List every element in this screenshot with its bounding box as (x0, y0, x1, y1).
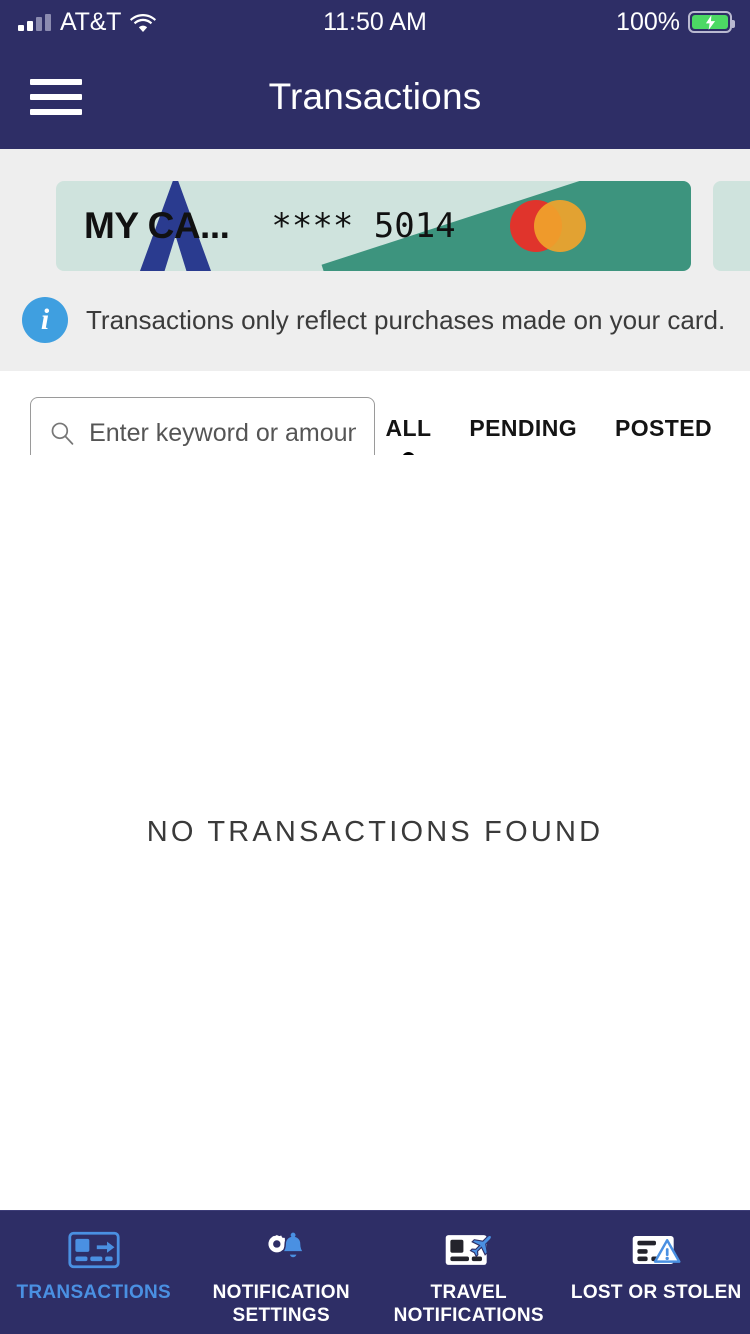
nav-label-line1: TRAVEL (430, 1282, 507, 1303)
nav-label-lost-or-stolen: LOST OR STOLEN (570, 1282, 742, 1303)
page-title: Transactions (268, 75, 482, 117)
nav-item-notification-settings[interactable]: NOTIFICATION SETTINGS (188, 1229, 376, 1327)
card-carousel-zone: MY CA... **** 5014 i Transactions only r… (0, 149, 750, 371)
card-airplane-icon (440, 1229, 498, 1271)
search-input[interactable] (89, 418, 356, 448)
carrier-label: AT&T (60, 7, 122, 36)
tab-all-label: ALL (385, 415, 432, 441)
battery-charging-icon (688, 11, 735, 33)
nav-item-transactions[interactable]: TRANSACTIONS (0, 1229, 188, 1304)
tab-pending-label: PENDING (469, 415, 578, 441)
app-header: Transactions (0, 44, 750, 149)
hamburger-menu-icon[interactable] (30, 78, 82, 115)
mastercard-logo (510, 200, 586, 252)
bank-card[interactable]: MY CA... **** 5014 (56, 181, 691, 271)
nav-label-line2: SETTINGS (232, 1305, 330, 1327)
info-circle-icon: i (22, 297, 68, 343)
info-banner-text: Transactions only reflect purchases made… (86, 304, 726, 335)
card-arrow-icon (65, 1229, 123, 1271)
bank-card-next[interactable] (713, 181, 750, 271)
nav-label-travel-notifications: TRAVEL NOTIFICATIONS (394, 1281, 544, 1327)
status-bar-right: 100% (616, 7, 735, 37)
info-banner: i Transactions only reflect purchases ma… (0, 271, 750, 371)
signal-bars-icon (18, 13, 51, 31)
bottom-navigation-bar: TRANSACTIONS NOTIFICATION SETTINGS TRAVE… (0, 1210, 750, 1334)
nav-label-transactions: TRANSACTIONS (16, 1282, 172, 1303)
nav-item-lost-or-stolen[interactable]: LOST OR STOLEN (563, 1229, 750, 1304)
card-masked-number: **** 5014 (271, 206, 456, 246)
transactions-empty-state: NO TRANSACTIONS FOUND (0, 455, 750, 1210)
search-icon (51, 422, 74, 445)
wifi-icon (130, 13, 157, 32)
card-text-group: MY CA... **** 5014 (56, 181, 691, 271)
card-warning-icon (627, 1229, 685, 1271)
battery-percent-label: 100% (616, 7, 680, 36)
nav-item-travel-notifications[interactable]: TRAVEL NOTIFICATIONS (375, 1229, 563, 1327)
nav-label-notification-settings: NOTIFICATION SETTINGS (213, 1281, 350, 1327)
card-nickname: MY CA... (84, 205, 230, 246)
gear-bell-icon (252, 1229, 310, 1271)
card-carousel[interactable]: MY CA... **** 5014 (0, 181, 750, 271)
nav-label-line2: NOTIFICATIONS (393, 1305, 544, 1327)
empty-state-message: NO TRANSACTIONS FOUND (146, 816, 604, 848)
tab-posted-label: POSTED (615, 415, 712, 441)
status-bar: AT&T 11:50 AM 100% (0, 0, 750, 44)
status-bar-left: AT&T (18, 7, 157, 37)
nav-label-line1: NOTIFICATION (212, 1282, 350, 1303)
